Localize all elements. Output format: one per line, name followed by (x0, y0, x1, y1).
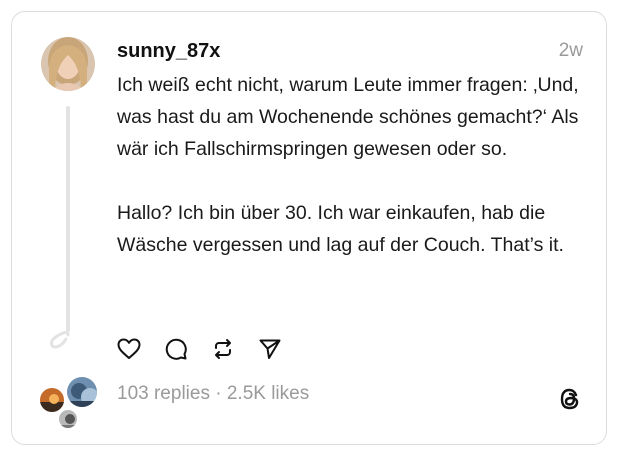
stats-separator: · (209, 383, 227, 404)
replier-avatar[interactable] (57, 408, 79, 430)
post-stats: 103 replies · 2.5K likes (117, 383, 309, 405)
user-avatar[interactable] (41, 37, 95, 91)
replier-avatar[interactable] (65, 375, 99, 409)
post-timestamp: 2w (558, 40, 583, 61)
action-bar (116, 336, 304, 362)
repost-button[interactable] (210, 336, 236, 362)
share-button[interactable] (257, 336, 283, 362)
username[interactable]: sunny_87x (117, 40, 220, 63)
threads-logo-icon[interactable] (557, 386, 583, 412)
heart-icon (117, 338, 141, 359)
replies-count[interactable]: 103 replies (117, 383, 210, 404)
thread-line (66, 106, 70, 332)
share-icon (259, 339, 281, 359)
thread-loop-icon (50, 331, 70, 349)
like-button[interactable] (116, 336, 142, 362)
comment-icon (165, 338, 187, 360)
post-text: Ich weiß echt nicht, warum Leute immer f… (117, 74, 579, 256)
reply-button[interactable] (163, 336, 189, 362)
repost-icon (215, 339, 231, 359)
likes-count[interactable]: 2.5K likes (227, 383, 309, 404)
